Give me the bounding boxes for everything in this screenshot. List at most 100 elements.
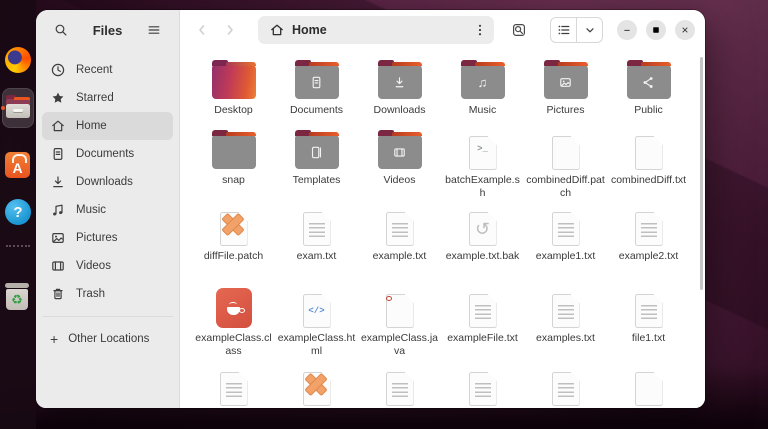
file-name: exampleClass.html <box>277 332 356 357</box>
file-thumbnail <box>275 58 358 100</box>
file-item[interactable]: exampleFile.txt <box>441 286 524 364</box>
hamburger-icon <box>146 22 162 38</box>
close-icon <box>682 27 688 33</box>
text-file-icon <box>303 212 331 246</box>
sidebar-item-label: Downloads <box>76 176 133 188</box>
file-item[interactable]: ♫ Music <box>441 58 524 128</box>
help-icon[interactable]: ? <box>5 199 31 225</box>
html-file-icon: </> <box>303 294 331 328</box>
sidebar-item-trash[interactable]: Trash <box>42 280 173 308</box>
sidebar-item-pictures[interactable]: Pictures <box>42 224 173 252</box>
file-item[interactable]: Documents <box>275 58 358 128</box>
sidebar-item-other-locations[interactable]: + Other Locations <box>42 325 173 353</box>
file-thumbnail: ♫ <box>441 58 524 100</box>
path-bar[interactable]: Home <box>258 16 494 44</box>
file-item[interactable]: exampleClass.class <box>192 286 275 364</box>
file-item[interactable]: example.txt <box>358 204 441 286</box>
blank-file-icon <box>635 136 663 170</box>
sidebar-item-music[interactable]: Music <box>42 196 173 224</box>
file-item[interactable]: example2.txt <box>607 204 690 286</box>
file-item[interactable]: Downloads <box>358 58 441 128</box>
file-item[interactable]: newFile.txt <box>358 364 441 408</box>
file-item[interactable]: examples.txt <box>524 286 607 364</box>
sidebar-item-label: Pictures <box>76 232 118 244</box>
documents-emblem-icon <box>295 65 339 99</box>
file-name: example2.txt <box>618 250 679 262</box>
folder-glyph <box>6 95 30 118</box>
folder-icon <box>211 130 256 169</box>
list-view-icon <box>556 22 572 38</box>
file-item[interactable]: file1.txt <box>607 286 690 364</box>
search-in-folder-button[interactable] <box>506 17 532 43</box>
file-thumbnail <box>358 58 441 100</box>
file-thumbnail <box>358 128 441 170</box>
headerbar: Home <box>180 10 705 50</box>
file-item[interactable]: combinedDiff.txt <box>607 128 690 204</box>
close-button[interactable] <box>675 20 695 40</box>
folder-icon <box>626 60 671 99</box>
trash-dock-icon[interactable]: ♻ <box>5 283 29 310</box>
file-thumbnail <box>607 286 690 328</box>
sidebar-item-videos[interactable]: Videos <box>42 252 173 280</box>
file-item[interactable]: exam.txt <box>275 204 358 286</box>
file-thumbnail <box>524 58 607 100</box>
file-thumbnail <box>441 286 524 328</box>
file-item[interactable]: ↺ example.txt.bak <box>441 204 524 286</box>
sidebar-item-label: Trash <box>76 288 105 300</box>
sidebar-item-documents[interactable]: Documents <box>42 140 173 168</box>
file-item[interactable]: example1.txt <box>524 204 607 286</box>
file-item[interactable]: snap <box>192 128 275 204</box>
text-file-icon <box>635 212 663 246</box>
file-name: example.txt.bak <box>445 250 520 262</box>
search-button[interactable] <box>48 17 74 43</box>
file-item[interactable]: file2.txt <box>192 364 275 408</box>
maximize-button[interactable] <box>646 20 666 40</box>
file-item[interactable]: sampleFile1.txt <box>607 364 690 408</box>
file-item[interactable]: exampleClass.java <box>358 286 441 364</box>
file-thumbnail <box>192 58 275 100</box>
folder-icon <box>543 60 588 99</box>
file-name: file1.txt <box>631 332 666 344</box>
documents-icon <box>50 146 66 162</box>
ubuntu-software-icon[interactable]: A <box>5 152 30 178</box>
back-button[interactable] <box>190 17 214 43</box>
list-view-button[interactable] <box>551 18 576 42</box>
sidebar-item-home[interactable]: Home <box>42 112 173 140</box>
location-menu-button[interactable] <box>468 18 492 42</box>
text-file-icon <box>552 294 580 328</box>
files-icon[interactable] <box>5 95 31 121</box>
file-item[interactable]: >_ batchExample.sh <box>441 128 524 204</box>
sidebar-item-label: Starred <box>76 92 114 104</box>
firefox-icon[interactable] <box>5 47 31 73</box>
folder-icon <box>377 60 422 99</box>
templates-emblem-icon <box>295 135 339 169</box>
dock: A ? ♻ <box>0 0 36 429</box>
file-grid: Desktop Documents Downloads ♫ Music Pictures P… <box>180 50 705 408</box>
sidebar-item-downloads[interactable]: Downloads <box>42 168 173 196</box>
file-item[interactable]: Public <box>607 58 690 128</box>
chevron-right-icon <box>222 22 238 38</box>
file-item[interactable]: combinedDiff.patch <box>524 128 607 204</box>
sidebar-item-label: Documents <box>76 148 135 160</box>
file-item[interactable]: Desktop <box>192 58 275 128</box>
file-item[interactable]: originalFile.txt <box>441 364 524 408</box>
sidebar-separator <box>42 316 173 317</box>
file-item[interactable]: diffFile.patch <box>192 204 275 286</box>
java-class-icon <box>215 288 252 328</box>
sidebar-item-recent[interactable]: Recent <box>42 56 173 84</box>
file-item[interactable]: sampleFile.txt <box>524 364 607 408</box>
file-item[interactable]: </> exampleClass.html <box>275 286 358 364</box>
file-item[interactable]: fileDiff.patch <box>275 364 358 408</box>
search-icon <box>53 22 69 38</box>
minimize-button[interactable] <box>617 20 637 40</box>
view-options-button[interactable] <box>577 18 602 42</box>
file-thumbnail <box>275 364 358 406</box>
scrollbar[interactable] <box>700 57 703 290</box>
file-item[interactable]: Videos <box>358 128 441 204</box>
menu-button[interactable] <box>141 17 167 43</box>
file-thumbnail <box>275 128 358 170</box>
sidebar-item-starred[interactable]: Starred <box>42 84 173 112</box>
file-item[interactable]: Pictures <box>524 58 607 128</box>
forward-button[interactable] <box>218 17 242 43</box>
file-item[interactable]: Templates <box>275 128 358 204</box>
